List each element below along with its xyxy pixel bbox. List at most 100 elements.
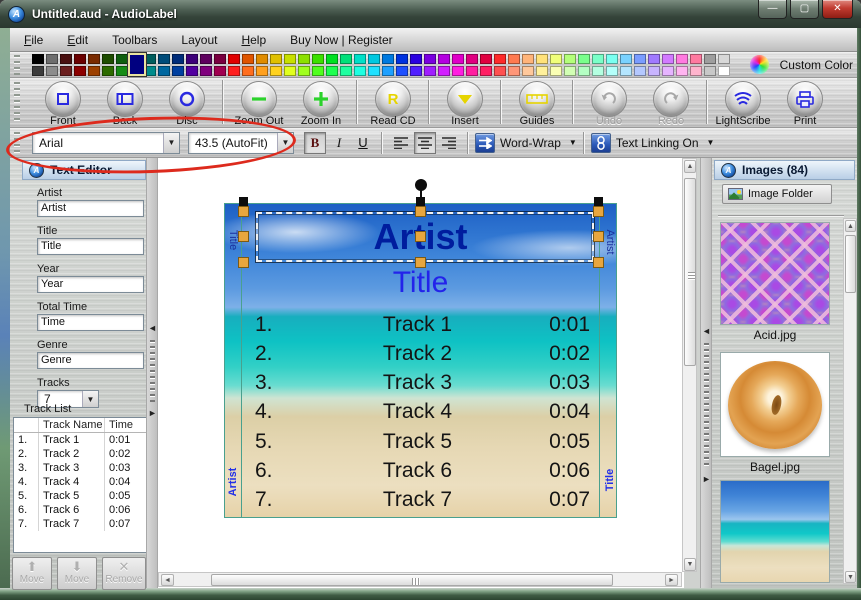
resize-handle-orange[interactable] — [238, 231, 249, 242]
italic-button[interactable]: I — [328, 132, 350, 154]
label-track-row[interactable]: 7.Track 70:07 — [241, 487, 600, 512]
color-swatch[interactable] — [396, 54, 408, 64]
color-swatch[interactable] — [564, 66, 576, 76]
color-swatch[interactable] — [32, 66, 44, 76]
color-swatch[interactable] — [326, 54, 338, 64]
color-swatch[interactable] — [256, 54, 268, 64]
color-swatch[interactable] — [438, 66, 450, 76]
resize-handle-black[interactable] — [239, 197, 248, 206]
images-scroll-thumb[interactable] — [845, 235, 856, 293]
color-swatch[interactable] — [242, 66, 254, 76]
zoom-in-button[interactable]: Zoom In — [290, 78, 352, 127]
beach-thumbnail[interactable] — [720, 480, 830, 583]
label-track-list[interactable]: 1.Track 10:012.Track 20:023.Track 30:034… — [241, 312, 600, 512]
color-swatch[interactable] — [634, 54, 646, 64]
resize-handle-black[interactable] — [416, 197, 425, 206]
color-swatch[interactable] — [312, 66, 324, 76]
label-track-row[interactable]: 2.Track 20:02 — [241, 341, 600, 366]
color-swatch[interactable] — [648, 66, 660, 76]
read-cd-button[interactable]: RRead CD — [362, 78, 424, 127]
color-swatch[interactable] — [606, 54, 618, 64]
color-swatch[interactable] — [382, 54, 394, 64]
color-swatch[interactable] — [186, 66, 198, 76]
color-swatch[interactable] — [74, 54, 86, 64]
chevron-down-icon[interactable]: ▼ — [163, 133, 179, 153]
total-time-input[interactable]: Time — [37, 314, 144, 331]
color-swatch[interactable] — [718, 66, 730, 76]
color-swatch[interactable] — [494, 66, 506, 76]
track-table-row[interactable]: 7.Track 70:07 — [14, 517, 146, 531]
color-swatch[interactable] — [522, 66, 534, 76]
color-swatch[interactable] — [172, 54, 184, 64]
Acid.jpg-thumbnail[interactable] — [720, 222, 830, 325]
color-swatch[interactable] — [368, 66, 380, 76]
color-swatch[interactable] — [382, 66, 394, 76]
color-swatch[interactable] — [102, 66, 114, 76]
color-swatch[interactable] — [354, 66, 366, 76]
color-swatch[interactable] — [466, 54, 478, 64]
color-swatch[interactable] — [200, 54, 212, 64]
color-swatch[interactable] — [438, 54, 450, 64]
color-swatch[interactable] — [340, 54, 352, 64]
color-swatch[interactable] — [578, 54, 590, 64]
bold-button[interactable]: B — [304, 132, 326, 154]
color-swatch[interactable] — [186, 54, 198, 64]
collapse-left-icon[interactable]: ◄ — [148, 323, 157, 333]
color-swatch[interactable] — [228, 54, 240, 64]
color-swatch[interactable] — [326, 66, 338, 76]
resize-handle-orange[interactable] — [238, 257, 249, 268]
color-swatch[interactable] — [410, 54, 422, 64]
color-swatch[interactable] — [158, 66, 170, 76]
color-swatch[interactable] — [214, 66, 226, 76]
minimize-button[interactable]: — — [758, 0, 787, 19]
color-swatch[interactable] — [676, 66, 688, 76]
color-swatch[interactable] — [284, 54, 296, 64]
color-swatch[interactable] — [368, 54, 380, 64]
label-track-row[interactable]: 3.Track 30:03 — [241, 370, 600, 395]
color-swatch[interactable] — [116, 66, 128, 76]
color-swatch[interactable] — [312, 54, 324, 64]
artist-input[interactable]: Artist — [37, 200, 144, 217]
text-linking-dropdown[interactable]: Text Linking On ▼ — [591, 133, 715, 153]
track-table-row[interactable]: 5.Track 50:05 — [14, 489, 146, 503]
year-input[interactable]: Year — [37, 276, 144, 293]
color-swatch[interactable] — [88, 54, 100, 64]
scroll-up-button[interactable]: ▲ — [684, 160, 696, 173]
canvas-vertical-scrollbar[interactable]: ▲ ▼ — [682, 158, 697, 572]
color-swatch[interactable] — [634, 66, 646, 76]
color-swatch[interactable] — [102, 54, 114, 64]
color-swatch[interactable] — [396, 66, 408, 76]
insert-button[interactable]: Insert — [434, 78, 496, 127]
color-swatch[interactable] — [410, 66, 422, 76]
scroll-up-button[interactable]: ▲ — [845, 220, 856, 232]
Bagel.jpg-thumbnail[interactable] — [720, 352, 830, 457]
track-table-row[interactable]: 2.Track 20:02 — [14, 447, 146, 461]
resize-handle-black[interactable] — [594, 197, 603, 206]
color-swatch[interactable] — [592, 54, 604, 64]
label-track-row[interactable]: 4.Track 40:04 — [241, 399, 600, 424]
design-canvas[interactable]: Artist Title 1.Track 10:012.Track 20:023… — [158, 158, 684, 588]
label-title-text[interactable]: Title — [241, 266, 600, 300]
color-swatch[interactable] — [172, 66, 184, 76]
chevron-down-icon[interactable]: ▼ — [82, 391, 98, 407]
color-swatch[interactable] — [340, 66, 352, 76]
color-swatch[interactable] — [60, 54, 72, 64]
font-size-combobox[interactable]: 43.5 (AutoFit) ▼ — [188, 132, 294, 154]
color-swatch[interactable] — [270, 54, 282, 64]
color-swatch[interactable] — [46, 66, 58, 76]
color-swatch[interactable] — [298, 66, 310, 76]
scroll-right-button[interactable]: ► — [665, 574, 678, 586]
genre-input[interactable]: Genre — [37, 352, 144, 369]
scroll-down-button[interactable]: ▼ — [684, 558, 696, 571]
color-swatch[interactable] — [690, 54, 702, 64]
color-swatch[interactable] — [74, 66, 86, 76]
spine-left-bottom-text[interactable]: Artist — [227, 452, 239, 512]
collapse-left-icon[interactable]: ◄ — [702, 326, 711, 336]
disc-button[interactable]: Disc — [156, 78, 218, 127]
menu-item-layout[interactable]: Layout — [171, 30, 227, 50]
color-swatch[interactable] — [466, 66, 478, 76]
vertical-scroll-thumb[interactable] — [684, 178, 696, 366]
menu-item-toolbars[interactable]: Toolbars — [102, 30, 167, 50]
color-swatch[interactable] — [88, 66, 100, 76]
color-swatch[interactable] — [704, 54, 716, 64]
